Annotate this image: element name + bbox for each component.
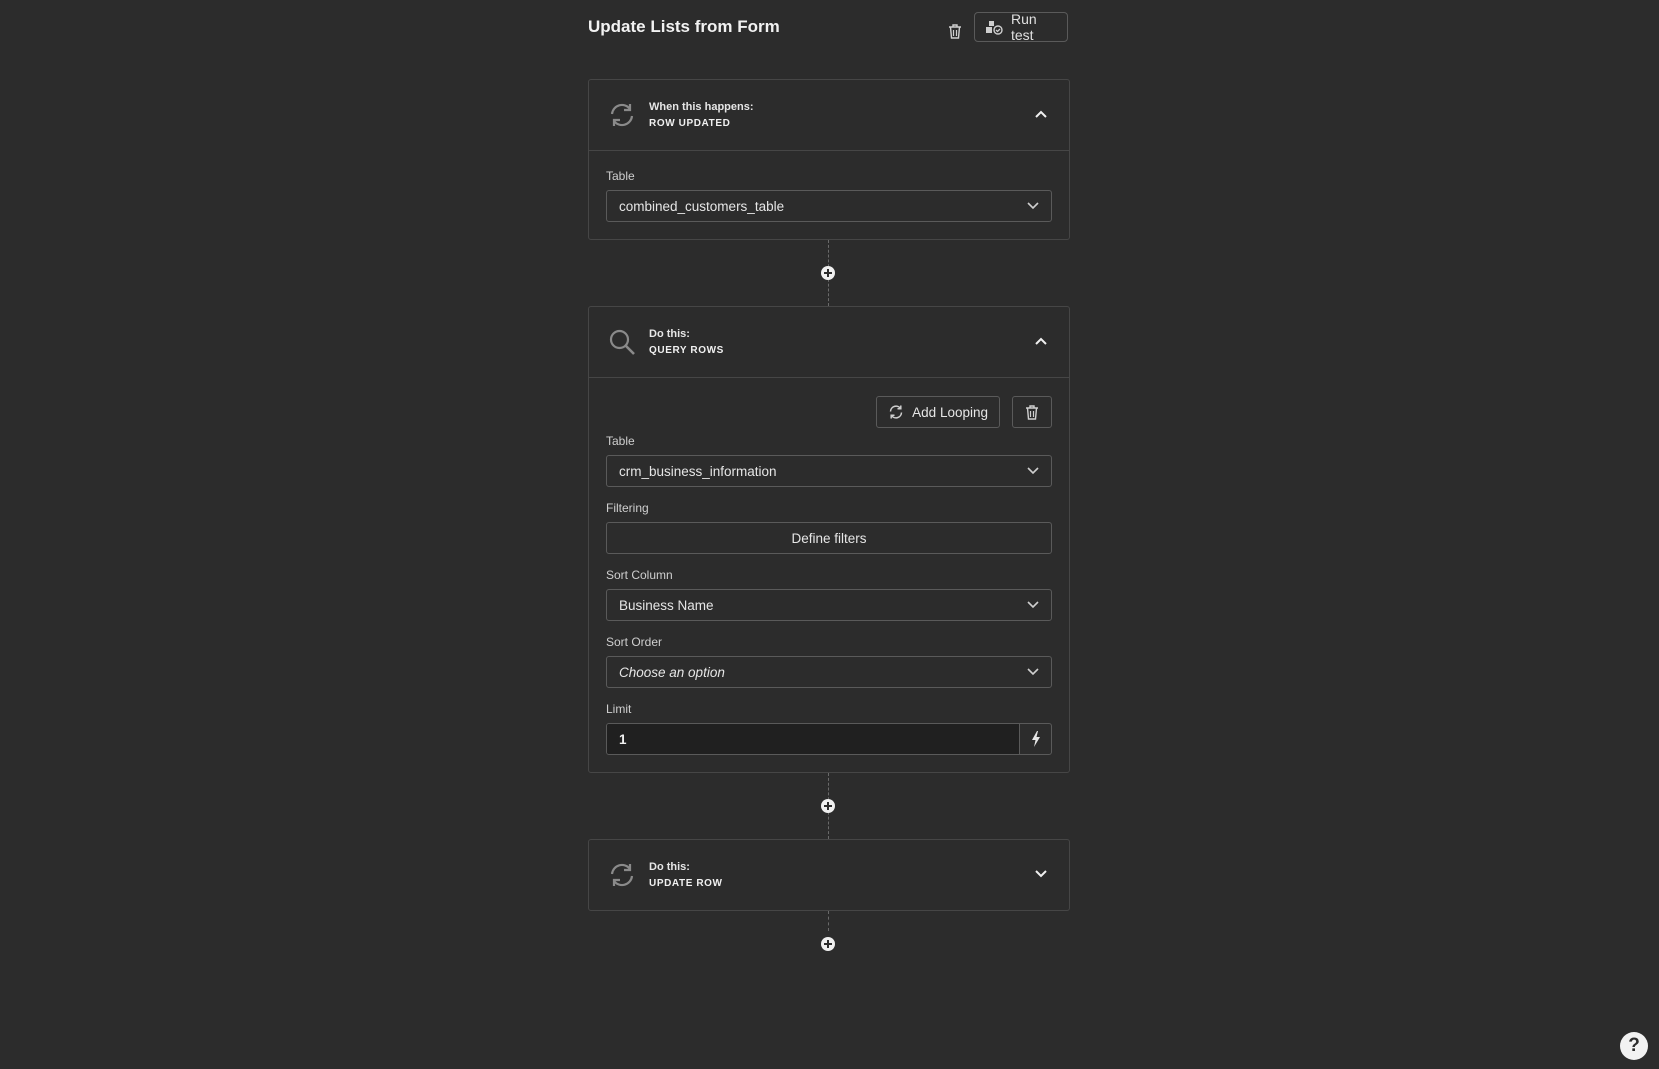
add-step-icon[interactable] (821, 799, 835, 813)
delete-step-button[interactable] (1012, 396, 1052, 428)
trigger-name: ROW UPDATED (649, 118, 731, 129)
help-label: ? (1628, 1035, 1640, 1056)
delete-automation-button[interactable] (944, 20, 966, 42)
automation-editor: Update Lists from Form Run test When thi… (588, 0, 1070, 961)
query-rows-name: QUERY ROWS (649, 345, 724, 356)
filtering-label: Filtering (606, 501, 649, 515)
limit-label: Limit (606, 702, 632, 716)
trigger-table-select[interactable]: combined_customers_table (606, 190, 1052, 222)
chevron-up-icon[interactable] (1033, 333, 1049, 349)
trigger-caption: When this happens: (649, 101, 754, 113)
chevron-down-icon (1027, 467, 1039, 475)
query-rows-card-header[interactable]: Do this: QUERY ROWS (589, 307, 1069, 377)
add-step-icon[interactable] (821, 266, 835, 280)
automation-title: Update Lists from Form (588, 17, 780, 36)
trash-icon (1024, 404, 1040, 421)
sort-column-select[interactable]: Business Name (606, 589, 1052, 621)
query-rows-label: Do this: QUERY ROWS (649, 328, 724, 356)
trigger-card: When this happens: ROW UPDATED Table com… (588, 79, 1070, 240)
step-connector (588, 240, 1070, 306)
add-looping-label: Add Looping (912, 404, 988, 420)
query-rows-caption: Do this: (649, 328, 690, 340)
trigger-label: When this happens: ROW UPDATED (649, 101, 754, 129)
limit-input[interactable] (607, 724, 1019, 754)
query-rows-card-body: Add Looping Table crm_business_informati… (589, 377, 1069, 772)
refresh-icon (607, 860, 637, 890)
sort-column-value: Business Name (619, 597, 714, 613)
query-table-label: Table (606, 434, 635, 448)
add-looping-button[interactable]: Add Looping (876, 396, 1000, 428)
update-row-card-header[interactable]: Do this: UPDATE ROW (589, 840, 1069, 910)
sort-column-label: Sort Column (606, 568, 673, 582)
search-icon (607, 327, 637, 357)
trash-icon (947, 23, 963, 40)
sort-order-select[interactable]: Choose an option (606, 656, 1052, 688)
loop-icon (888, 404, 904, 420)
step-connector (588, 773, 1070, 839)
step-actions: Add Looping (606, 396, 1052, 428)
step-connector (588, 911, 1070, 961)
run-test-icon (985, 19, 1003, 35)
connector-line (828, 911, 829, 931)
chevron-down-icon (1027, 668, 1039, 676)
update-row-label: Do this: UPDATE ROW (649, 861, 723, 889)
run-test-button[interactable]: Run test (974, 11, 1068, 43)
chevron-down-icon (1027, 601, 1039, 609)
update-row-caption: Do this: (649, 861, 690, 873)
chevron-down-icon[interactable] (1033, 866, 1049, 882)
lightning-icon[interactable] (1019, 724, 1051, 754)
automation-header: Update Lists from Form Run test (588, 0, 1070, 79)
trigger-table-label: Table (606, 169, 635, 183)
trigger-card-header[interactable]: When this happens: ROW UPDATED (589, 80, 1069, 150)
sort-order-placeholder: Choose an option (619, 664, 725, 680)
query-table-select[interactable]: crm_business_information (606, 455, 1052, 487)
trigger-card-body: Table combined_customers_table (589, 150, 1069, 239)
query-table-value: crm_business_information (619, 463, 777, 479)
update-row-card: Do this: UPDATE ROW (588, 839, 1070, 911)
refresh-icon (607, 100, 637, 130)
trigger-table-value: combined_customers_table (619, 198, 785, 214)
query-rows-card: Do this: QUERY ROWS Add Looping Table cr… (588, 306, 1070, 773)
add-step-icon[interactable] (821, 937, 835, 951)
chevron-down-icon (1027, 202, 1039, 210)
chevron-up-icon[interactable] (1033, 106, 1049, 122)
run-test-label: Run test (1011, 11, 1037, 43)
update-row-name: UPDATE ROW (649, 878, 723, 889)
limit-field (606, 723, 1052, 755)
sort-order-label: Sort Order (606, 635, 663, 649)
define-filters-button[interactable]: Define filters (606, 522, 1052, 554)
help-icon[interactable]: ? (1620, 1032, 1648, 1060)
